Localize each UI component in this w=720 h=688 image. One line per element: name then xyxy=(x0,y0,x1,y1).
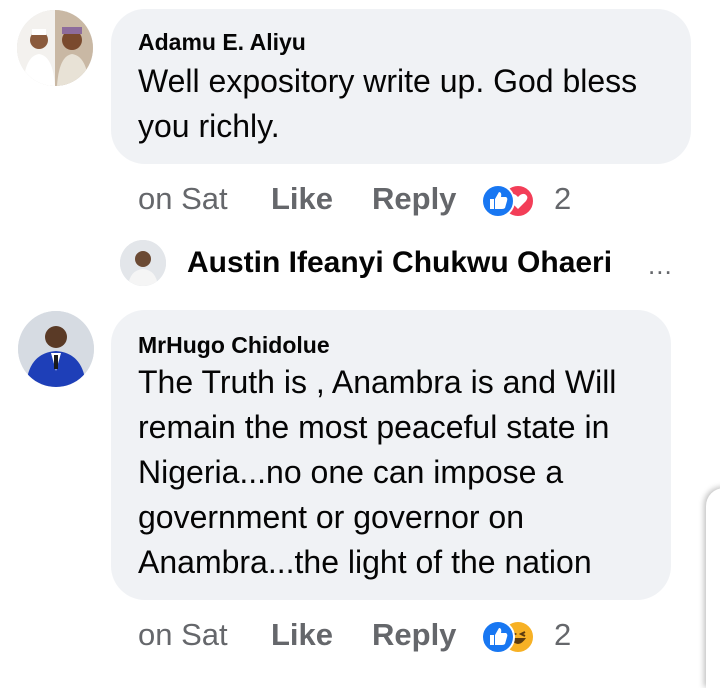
like-button[interactable]: Like xyxy=(271,181,333,217)
reaction-count: 2 xyxy=(554,181,572,216)
reply-button[interactable]: Reply xyxy=(372,617,456,653)
like-reaction-icon xyxy=(481,620,515,654)
avatar[interactable] xyxy=(18,311,94,387)
avatar[interactable] xyxy=(17,10,93,86)
reaction-summary[interactable]: 2 xyxy=(481,617,581,656)
reply-author[interactable]: Austin Ifeanyi Chukwu Ohaeri xyxy=(187,246,612,280)
like-reaction-icon xyxy=(481,184,515,218)
comment-author[interactable]: MrHugo Chidolue xyxy=(138,332,330,359)
comment-timestamp[interactable]: on Sat xyxy=(138,617,228,653)
profile-photo-icon xyxy=(120,240,166,286)
reaction-summary[interactable]: 2 xyxy=(481,181,581,220)
reply-avatar xyxy=(120,240,166,286)
like-button[interactable]: Like xyxy=(271,617,333,653)
comment-timestamp[interactable]: on Sat xyxy=(138,181,228,217)
comment-actions: on Sat Like Reply 2 xyxy=(138,617,598,657)
comment-author[interactable]: Adamu E. Aliyu xyxy=(138,29,306,56)
more-replies-ellipsis[interactable]: ... xyxy=(648,250,673,281)
comment-text: Well expository write up. God bless you … xyxy=(138,63,638,144)
comment-bubble: Adamu E. Aliyu Well expository write up.… xyxy=(111,9,691,164)
comment-actions: on Sat Like Reply 2 xyxy=(138,181,598,221)
profile-photo-icon xyxy=(18,311,94,387)
overlapping-panel-edge xyxy=(706,488,720,688)
comment-text: The Truth is , Anambra is and Will remai… xyxy=(138,364,617,580)
comment-bubble: MrHugo Chidolue The Truth is , Anambra i… xyxy=(111,310,671,600)
reply-button[interactable]: Reply xyxy=(372,181,456,217)
reaction-count: 2 xyxy=(554,617,572,652)
reply-preview[interactable]: Austin Ifeanyi Chukwu Ohaeri ... xyxy=(120,240,680,286)
profile-photo-icon xyxy=(17,10,93,86)
